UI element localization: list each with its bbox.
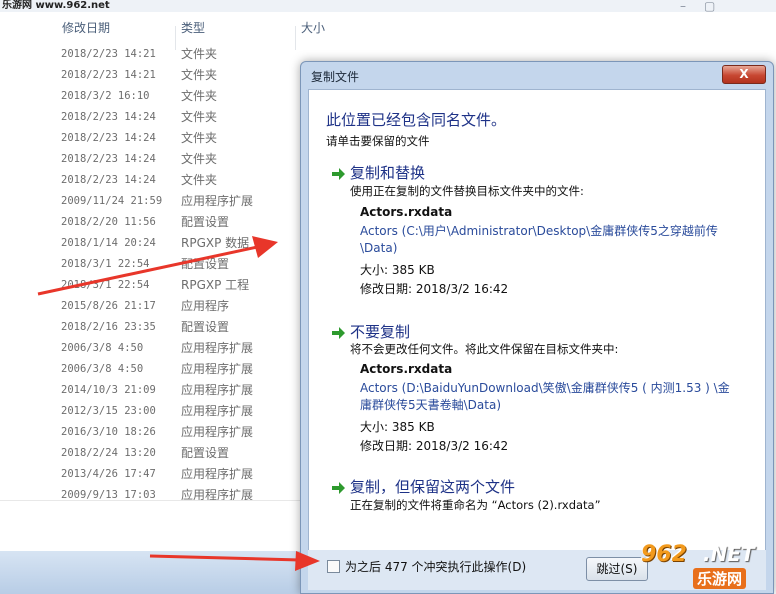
- red-arrow-icon: [37, 236, 278, 296]
- annotation-overlay: [37, 236, 320, 571]
- site-logo: 962 .NET 乐游网: [635, 540, 773, 592]
- logo-number: 962: [641, 542, 687, 567]
- logo-text: 乐游网: [693, 568, 747, 589]
- red-arrow-icon: [149, 551, 320, 571]
- logo-net: .NET: [703, 542, 755, 566]
